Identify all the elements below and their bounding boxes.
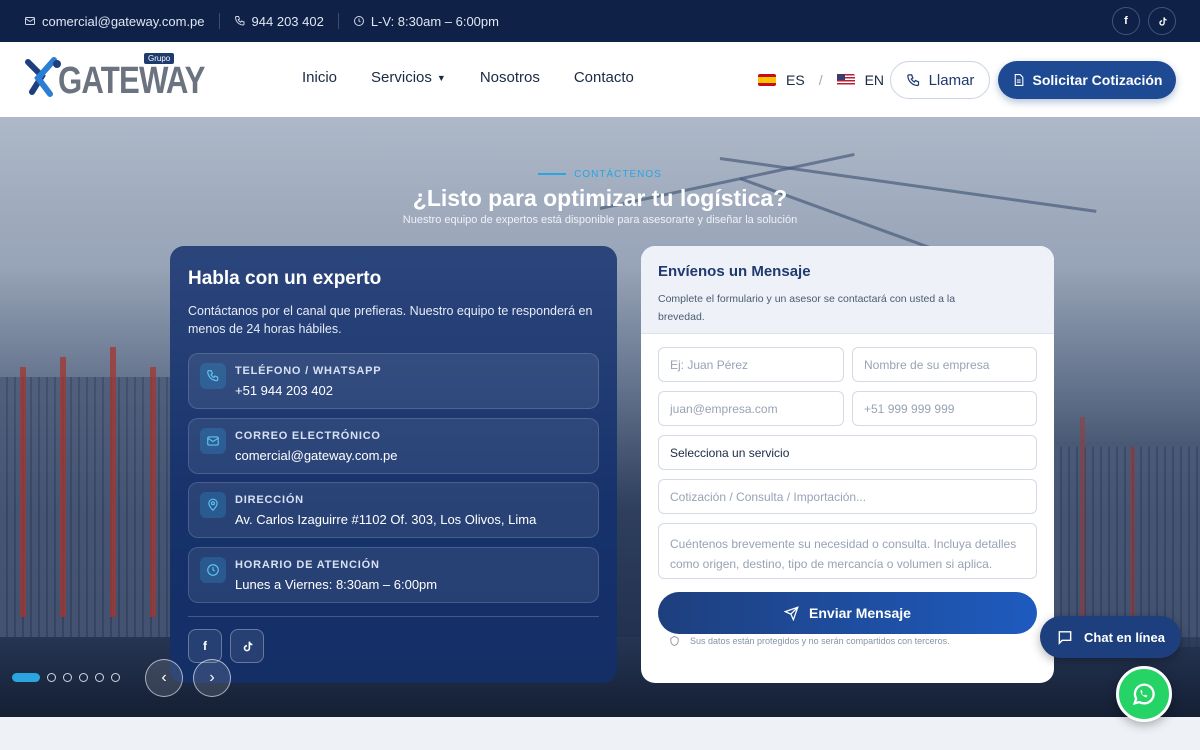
info-hours: HORARIO DE ATENCIÓN Lunes a Viernes: 8:3… — [188, 547, 599, 603]
email-field[interactable]: juan@empresa.com — [658, 391, 844, 426]
info-value: Lunes a Viernes: 8:30am – 6:00pm — [235, 577, 438, 592]
logo-wordmark: GATEWAY — [58, 60, 205, 102]
section-eyebrow: CONTÁCTENOS — [0, 169, 1200, 180]
live-chat-label: Chat en línea — [1084, 629, 1165, 645]
contact-form-card: Envíenos un Mensaje Complete el formular… — [641, 246, 1054, 683]
nav-item-nosotros[interactable]: Nosotros — [480, 69, 540, 86]
chat-bubble-icon — [1058, 630, 1072, 645]
slider-dot[interactable] — [63, 673, 72, 682]
contact-card-title: Habla con un experto — [188, 268, 382, 289]
topbar-hours-text: L-V: 8:30am – 6:00pm — [370, 13, 499, 29]
slider-dots — [12, 673, 120, 682]
slider-next-button[interactable]: › — [193, 659, 231, 697]
request-quote-label: Solicitar Cotización — [1032, 72, 1163, 88]
slider-dot[interactable] — [47, 673, 56, 682]
topbar-social: f — [1112, 7, 1176, 35]
topbar-phone[interactable]: 944 203 402 — [234, 14, 324, 29]
info-label: CORREO ELECTRÓNICO — [235, 430, 381, 442]
service-select[interactable]: Selecciona un servicio — [658, 435, 1037, 470]
live-chat-button[interactable]: Chat en línea — [1040, 616, 1181, 658]
send-icon — [784, 605, 799, 621]
tiktok-icon[interactable] — [230, 629, 264, 663]
uk-flag-icon — [836, 74, 855, 86]
tiktok-icon[interactable] — [1148, 7, 1176, 35]
lang-es[interactable]: ES — [786, 72, 805, 88]
slider-dot[interactable] — [95, 673, 104, 682]
facebook-icon[interactable]: f — [188, 629, 222, 663]
nav-item-contacto[interactable]: Contacto — [574, 69, 634, 86]
info-address[interactable]: DIRECCIÓN Av. Carlos Izaguirre #1102 Of.… — [188, 482, 599, 538]
privacy-note: Sus datos están protegidos y no serán co… — [669, 635, 950, 647]
lang-separator: / — [818, 72, 823, 88]
chevron-right-icon: › — [209, 669, 215, 686]
logo[interactable]: GATEWAY Grupo — [24, 53, 205, 106]
topbar-phone-text: 944 203 402 — [251, 13, 324, 29]
info-email[interactable]: CORREO ELECTRÓNICO comercial@gateway.com… — [188, 418, 599, 474]
form-description: Complete el formulario y un asesor se co… — [658, 293, 956, 323]
phone-icon — [200, 363, 226, 389]
phone-icon — [234, 16, 245, 26]
slider-dot[interactable] — [12, 673, 40, 682]
lang-en[interactable]: EN — [865, 72, 884, 88]
request-quote-button[interactable]: Solicitar Cotización — [998, 61, 1176, 99]
info-label: TELÉFONO / WHATSAPP — [235, 365, 382, 377]
divider — [337, 13, 339, 29]
top-bar: comercial@gateway.com.pe 944 203 402 L-V… — [0, 0, 1200, 42]
send-message-label: Enviar Mensaje — [809, 605, 911, 621]
language-switcher: ES / EN — [758, 72, 884, 88]
chevron-left-icon: ‹ — [161, 669, 167, 686]
company-field[interactable]: Nombre de su empresa — [852, 347, 1037, 382]
name-field[interactable]: Ej: Juan Pérez — [658, 347, 844, 382]
divider — [188, 616, 599, 617]
subject-field[interactable]: Cotización / Consulta / Importación... — [658, 479, 1037, 514]
main-nav: Inicio Servicios ▼ Nosotros Contacto — [302, 69, 634, 86]
hero-title: ¿Listo para optimizar tu logística? — [412, 185, 788, 211]
shield-icon — [670, 635, 679, 647]
call-button-label: Llamar — [928, 71, 975, 89]
contact-card-text: Contáctanos por el canal que prefieras. … — [188, 304, 593, 336]
nav-item-servicios[interactable]: Servicios ▼ — [371, 69, 446, 86]
privacy-text: Sus datos están protegidos y no serán co… — [690, 636, 950, 646]
slider-dot[interactable] — [111, 673, 120, 682]
hero-section: CONTÁCTENOS ¿Listo para optimizar tu log… — [0, 117, 1200, 717]
hero-subtitle: Nuestro equipo de expertos está disponib… — [402, 214, 798, 226]
clock-icon — [353, 16, 364, 26]
document-icon — [1014, 74, 1023, 86]
phone-icon — [906, 73, 919, 86]
divider — [218, 13, 220, 29]
send-message-button[interactable]: Enviar Mensaje — [658, 592, 1037, 634]
location-pin-icon — [200, 492, 226, 518]
info-label: DIRECCIÓN — [235, 494, 304, 506]
topbar-hours: L-V: 8:30am – 6:00pm — [353, 14, 499, 29]
info-phone[interactable]: TELÉFONO / WHATSAPP +51 944 203 402 — [188, 353, 599, 409]
nav-item-inicio[interactable]: Inicio — [302, 69, 337, 86]
info-value: comercial@gateway.com.pe — [235, 448, 398, 463]
slider-dot[interactable] — [79, 673, 88, 682]
mail-icon — [200, 428, 226, 454]
whatsapp-icon — [1132, 683, 1155, 705]
whatsapp-button[interactable] — [1116, 666, 1172, 722]
logo-badge: Grupo — [144, 53, 175, 64]
info-label: HORARIO DE ATENCIÓN — [235, 559, 380, 571]
call-button[interactable]: Llamar — [890, 61, 990, 99]
clock-icon — [200, 557, 226, 583]
info-value: Av. Carlos Izaguirre #1102 Of. 303, Los … — [235, 512, 537, 527]
spain-flag-icon — [758, 74, 776, 86]
caret-down-icon: ▼ — [436, 72, 446, 83]
main-header: GATEWAY Grupo Inicio Servicios ▼ Nosotros… — [0, 42, 1200, 117]
mail-icon — [25, 17, 35, 25]
info-value: +51 944 203 402 — [235, 383, 333, 398]
contact-info-card: Habla con un experto Contáctanos por el … — [170, 246, 617, 683]
facebook-icon[interactable]: f — [1112, 7, 1140, 35]
message-textarea[interactable]: Cuéntenos brevemente su necesidad o cons… — [658, 523, 1037, 579]
topbar-email-text: comercial@gateway.com.pe — [42, 13, 205, 29]
nav-item-label: Servicios — [371, 69, 432, 86]
topbar-email[interactable]: comercial@gateway.com.pe — [24, 14, 205, 29]
slider-prev-button[interactable]: ‹ — [145, 659, 183, 697]
phone-field[interactable]: +51 999 999 999 — [852, 391, 1037, 426]
form-title: Envíenos un Mensaje — [658, 263, 811, 280]
